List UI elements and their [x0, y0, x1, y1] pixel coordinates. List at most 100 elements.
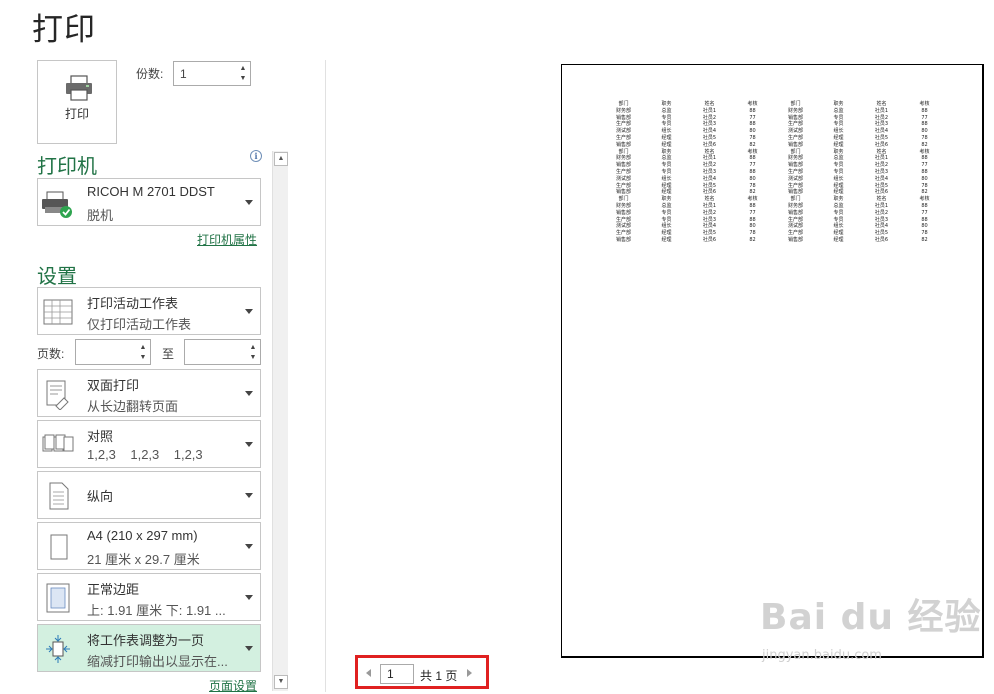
- copies-stepper[interactable]: 1 ▲ ▼: [173, 61, 251, 86]
- stepper-down-icon[interactable]: ▼: [139, 354, 147, 361]
- page-navigator: 1 共 1 页: [355, 655, 489, 689]
- preview-cell: 总监: [661, 202, 672, 209]
- preview-cell: 社员2: [874, 162, 889, 169]
- preview-cell: 社员6: [874, 141, 889, 148]
- chevron-down-icon: [245, 200, 253, 205]
- preview-cell: 专员: [661, 209, 672, 216]
- collate-dropdown[interactable]: 对照 1,2,3 1,2,3 1,2,3: [37, 420, 261, 468]
- preview-cell: 88: [749, 168, 756, 175]
- preview-cell: 测试部: [615, 128, 631, 135]
- duplex-desc: 从长边翻转页面: [87, 399, 179, 414]
- preview-cell: 88: [921, 202, 928, 209]
- chevron-down-icon: [245, 309, 253, 314]
- preview-row: 销售部 专员 社员2 77 销售部 专员 社员2 77: [602, 115, 946, 122]
- page-title: 打印: [32, 12, 96, 47]
- chevron-down-icon: [245, 595, 253, 600]
- preview-cell: 姓名: [876, 101, 887, 107]
- preview-cell: 社员4: [874, 128, 889, 135]
- collate-label: 对照: [87, 429, 114, 444]
- chevron-down-icon: [245, 646, 253, 651]
- paper-size-dropdown[interactable]: A4 (210 x 297 mm) 21 厘米 x 29.7 厘米: [37, 522, 261, 570]
- preview-row: 生产部 经理 社员5 78 生产部 经理 社员5 78: [602, 135, 946, 142]
- to-label: 至: [162, 347, 175, 361]
- preview-cell: 社员2: [702, 209, 717, 216]
- preview-cell: 考核: [747, 196, 758, 203]
- preview-cell: 社员1: [702, 107, 717, 114]
- preview-row: 销售部 经理 社员6 82 销售部 经理 社员6 82: [602, 189, 946, 196]
- preview-cell: 经理: [833, 141, 844, 148]
- preview-cell: 销售部: [787, 209, 803, 216]
- preview-header-row: 部门 职务 姓名 考核 部门 职务 姓名 考核: [602, 149, 946, 156]
- preview-cell: 经理: [833, 230, 844, 237]
- preview-row: 测试部 组长 社员4 80 测试部 组长 社员4 80: [602, 128, 946, 135]
- scaling-dropdown[interactable]: 将工作表调整为一页 缩减打印输出以显示在...: [37, 624, 261, 672]
- print-preview-page: 部门 职务 姓名 考核 部门 职务 姓名 考核 财务部 总监 社员1 88 财务部 总监 社员1 88 销售部专…: [561, 64, 984, 658]
- stepper-up-icon[interactable]: ▲: [249, 344, 257, 351]
- preview-cell: 部门: [618, 196, 629, 203]
- preview-cell: 88: [749, 121, 756, 128]
- preview-cell: 组长: [661, 175, 672, 182]
- preview-cell: 88: [749, 216, 756, 223]
- print-button[interactable]: 打印: [37, 60, 117, 144]
- info-icon[interactable]: i: [250, 150, 262, 162]
- printer-name: RICOH M 2701 DDST: [87, 184, 215, 199]
- preview-cell: 组长: [661, 128, 672, 135]
- preview-cell: 生产部: [787, 230, 803, 237]
- settings-scrollbar[interactable]: ▲ ▼: [272, 151, 288, 691]
- panel-divider: [325, 60, 326, 692]
- preview-cell: 部门: [790, 101, 801, 107]
- duplex-dropdown[interactable]: 双面打印 从长边翻转页面: [37, 369, 261, 417]
- scroll-up-icon[interactable]: ▲: [274, 152, 288, 166]
- stepper-down-icon[interactable]: ▼: [249, 354, 257, 361]
- page-setup-link[interactable]: 页面设置: [209, 677, 257, 694]
- scaling-desc: 缩减打印输出以显示在...: [87, 654, 228, 669]
- print-scope-desc: 仅打印活动工作表: [87, 317, 192, 332]
- preview-cell: 88: [921, 155, 928, 162]
- scaling-label: 将工作表调整为一页: [87, 633, 205, 648]
- preview-cell: 生产部: [787, 134, 803, 141]
- fit-to-page-icon: [46, 635, 70, 663]
- printer-dropdown[interactable]: RICOH M 2701 DDST 脱机: [37, 178, 261, 226]
- chevron-down-icon: [245, 493, 253, 498]
- preview-cell: 77: [749, 114, 756, 121]
- preview-cell: 社员1: [874, 202, 889, 209]
- current-page-input[interactable]: 1: [380, 664, 414, 684]
- preview-row: 测试部 组长 社员4 80 测试部 组长 社员4 80: [602, 176, 946, 183]
- previous-page-icon[interactable]: [366, 669, 371, 677]
- preview-row: 测试部 组长 社员4 80 测试部 组长 社员4 80: [602, 223, 946, 230]
- orientation-dropdown[interactable]: 纵向: [37, 471, 261, 519]
- print-button-label: 打印: [64, 107, 89, 121]
- preview-cell: 财务部: [615, 202, 631, 209]
- preview-cell: 88: [921, 168, 928, 175]
- printer-ready-icon: [42, 191, 72, 218]
- preview-cell: 82: [921, 141, 928, 148]
- chevron-down-icon: [245, 442, 253, 447]
- preview-cell: 职务: [661, 196, 672, 203]
- next-page-icon[interactable]: [467, 669, 472, 677]
- preview-cell: 82: [749, 236, 756, 243]
- stepper-up-icon[interactable]: ▲: [239, 65, 247, 72]
- collate-icon: [42, 434, 74, 452]
- collate-desc: 1,2,3 1,2,3 1,2,3: [87, 447, 203, 462]
- page-to-input[interactable]: ▲ ▼: [184, 339, 261, 365]
- preview-table: 部门 职务 姓名 考核 部门 职务 姓名 考核 财务部 总监 社员1 88 财务部 总监 社员1 88 销售部专…: [602, 101, 946, 244]
- copies-label: 份数:: [136, 67, 164, 81]
- preview-row: 生产部 经理 社员5 78 生产部 经理 社员5 78: [602, 230, 946, 237]
- preview-cell: 78: [921, 182, 928, 189]
- preview-row: 生产部 专员 社员3 88 生产部 专员 社员3 88: [602, 217, 946, 224]
- preview-cell: 姓名: [704, 196, 715, 203]
- stepper-up-icon[interactable]: ▲: [139, 344, 147, 351]
- stepper-down-icon[interactable]: ▼: [239, 75, 247, 82]
- margins-dropdown[interactable]: 正常边距 上: 1.91 厘米 下: 1.91 ...: [37, 573, 261, 621]
- preview-cell: 考核: [919, 196, 930, 203]
- preview-cell: 测试部: [787, 128, 803, 135]
- printer-properties-link[interactable]: 打印机属性: [197, 231, 257, 248]
- page-from-input[interactable]: ▲ ▼: [75, 339, 151, 365]
- preview-cell: 测试部: [787, 175, 803, 182]
- preview-cell: 总监: [661, 107, 672, 114]
- print-scope-dropdown[interactable]: 打印活动工作表 仅打印活动工作表: [37, 287, 261, 335]
- scroll-down-icon[interactable]: ▼: [274, 675, 288, 689]
- preview-cell: 社员1: [874, 107, 889, 114]
- preview-cell: 生产部: [615, 230, 631, 237]
- orientation-label: 纵向: [87, 489, 114, 504]
